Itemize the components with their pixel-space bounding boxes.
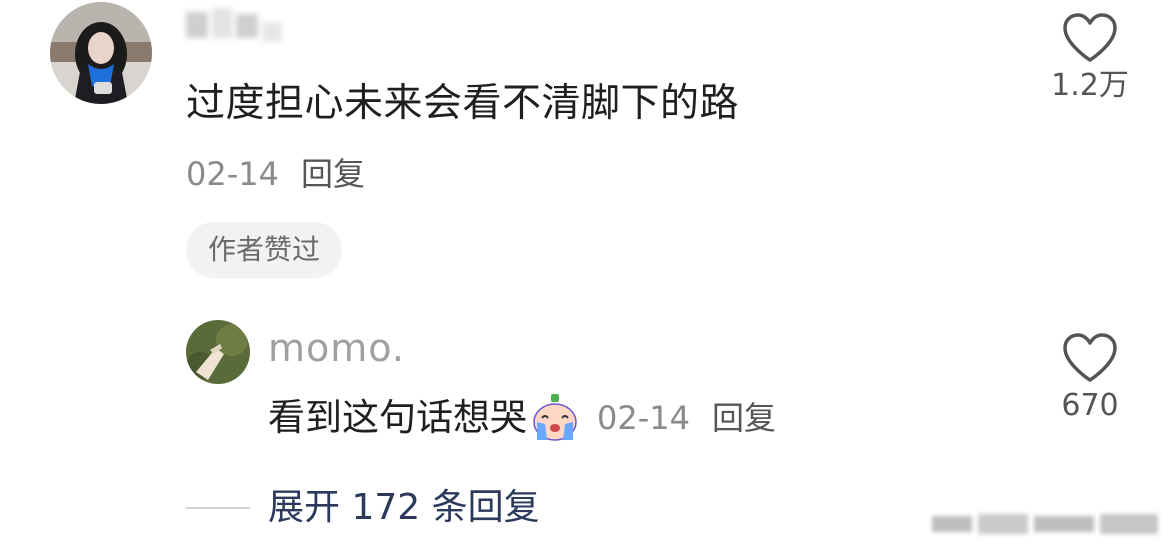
reply-text: 看到这句话想哭 — [268, 396, 527, 439]
reply-like-count: 670 — [1061, 388, 1119, 423]
comment-like-button[interactable]: 1.2万 — [1030, 12, 1150, 104]
heart-icon — [1063, 13, 1117, 62]
author-liked-badge: 作者赞过 — [186, 222, 343, 278]
reply-like-button[interactable]: 670 — [1030, 332, 1150, 424]
reply-avatar[interactable] — [186, 320, 250, 384]
expand-replies-button[interactable]: 展开 172 条回复 — [186, 484, 540, 532]
user-avatar-icon — [50, 2, 152, 104]
heart-icon — [1063, 333, 1117, 382]
comment-avatar[interactable] — [50, 2, 152, 104]
expand-replies-label: 展开 172 条回复 — [268, 487, 540, 528]
reply-reply-button[interactable]: 回复 — [712, 399, 776, 437]
comment-text: 过度担心未来会看不清脚下的路 — [186, 81, 740, 126]
crying-face-icon — [533, 394, 577, 441]
comment-username-blurred[interactable] — [186, 4, 286, 46]
comment-date: 02-14 — [186, 155, 279, 193]
reply-content-row: 看到这句话想哭 02-14 回复 — [268, 392, 776, 444]
watermark — [932, 512, 1162, 536]
reply-button[interactable]: 回复 — [301, 155, 365, 193]
user-avatar-icon — [186, 320, 250, 384]
reply-meta: 02-14 回复 — [597, 398, 776, 438]
reply-date: 02-14 — [597, 399, 690, 437]
comment-meta: 02-14 回复 — [186, 154, 365, 194]
reply-username[interactable]: momo. — [268, 326, 405, 370]
divider — [186, 507, 250, 509]
comment-like-count: 1.2万 — [1051, 68, 1129, 103]
